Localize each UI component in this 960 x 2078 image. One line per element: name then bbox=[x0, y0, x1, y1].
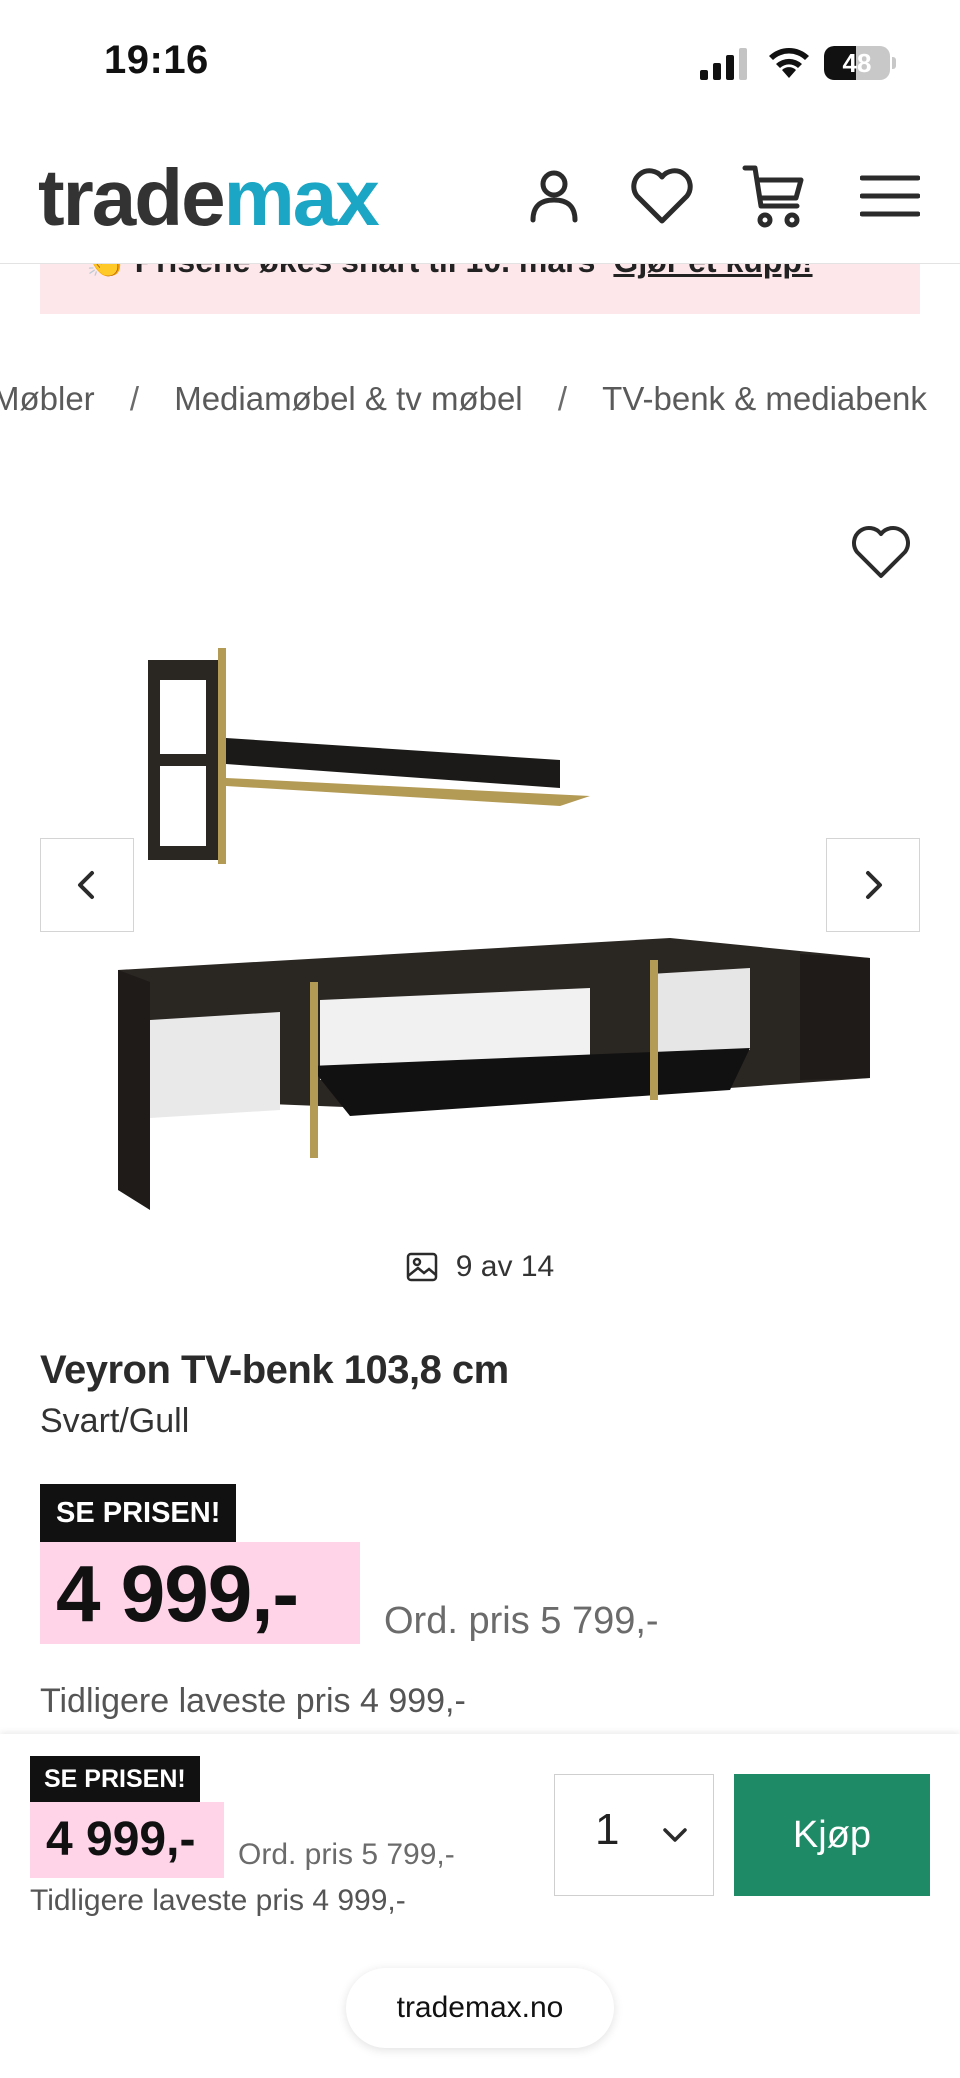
product-image bbox=[118, 648, 870, 1210]
image-icon bbox=[406, 1252, 438, 1282]
buy-bar-price-highlight: 4 999,- bbox=[30, 1802, 224, 1878]
price-highlight: 4 999,- bbox=[40, 1542, 360, 1644]
cart-icon[interactable] bbox=[734, 156, 814, 236]
breadcrumb-item[interactable]: Mediamøbel & tv møbel bbox=[174, 380, 522, 418]
product-title: Veyron TV-benk 103,8 cm bbox=[40, 1348, 509, 1392]
lowest-price: Tidligere laveste pris 4 999,- bbox=[40, 1682, 466, 1720]
browser-url-pill[interactable]: trademax.no bbox=[346, 1968, 614, 2048]
chevron-down-icon bbox=[663, 1828, 687, 1842]
buy-bar-ordinary-price: Ord. pris 5 799,- bbox=[238, 1838, 455, 1871]
signal-icon bbox=[700, 48, 747, 80]
status-bar: 19:16 48 bbox=[0, 0, 960, 130]
menu-icon[interactable] bbox=[850, 156, 930, 236]
trademax-logo[interactable]: trademax bbox=[38, 150, 380, 246]
promo-banner[interactable]: 👏 Prisene økes snart til 10. marsGjør et… bbox=[40, 264, 920, 314]
buy-bar-price: 4 999,- bbox=[46, 1813, 196, 1866]
favorite-button[interactable] bbox=[845, 520, 917, 584]
product-price: 4 999,- bbox=[56, 1549, 299, 1638]
wishlist-heart-icon[interactable] bbox=[622, 156, 702, 236]
product-variant: Svart/Gull bbox=[40, 1402, 190, 1440]
battery-level: 48 bbox=[842, 48, 872, 78]
sticky-buy-bar: SE PRISEN! 4 999,- Ord. pris 5 799,- Tid… bbox=[0, 1734, 960, 2078]
buy-bar-badge: SE PRISEN! bbox=[30, 1756, 200, 1802]
status-time: 19:16 bbox=[104, 38, 209, 82]
breadcrumb: Møbler / Mediamøbel & tv møbel / TV-benk… bbox=[0, 380, 960, 430]
breadcrumb-separator: / bbox=[129, 380, 140, 417]
chevron-right-icon bbox=[866, 871, 882, 899]
buy-bar-lowest-price: Tidligere laveste pris 4 999,- bbox=[30, 1884, 406, 1917]
promo-text: 👏 Prisene økes snart til 10. marsGjør et… bbox=[86, 264, 813, 280]
quantity-value: 1 bbox=[595, 1805, 620, 1854]
previous-image-button[interactable] bbox=[40, 838, 134, 932]
image-counter: 9 av 14 bbox=[0, 1250, 960, 1284]
buy-button[interactable]: Kjøp bbox=[734, 1774, 930, 1896]
promo-link[interactable]: Gjør et kupp! bbox=[613, 264, 812, 279]
product-gallery[interactable]: 9 av 14 bbox=[0, 470, 960, 1283]
chevron-left-icon bbox=[78, 871, 94, 899]
site-header: trademax bbox=[0, 130, 960, 264]
next-image-button[interactable] bbox=[826, 838, 920, 932]
image-counter-text: 9 av 14 bbox=[455, 1250, 555, 1283]
wifi-icon bbox=[769, 48, 809, 78]
battery-icon: 48 bbox=[824, 46, 896, 80]
price-badge: SE PRISEN! bbox=[40, 1484, 237, 1542]
account-icon[interactable] bbox=[514, 156, 594, 236]
ordinary-price: Ord. pris 5 799,- bbox=[384, 1600, 659, 1642]
breadcrumb-item[interactable]: TV-benk & mediabenk bbox=[602, 380, 927, 418]
quantity-select[interactable]: 1 bbox=[554, 1774, 714, 1896]
breadcrumb-separator: / bbox=[557, 380, 567, 417]
breadcrumb-item[interactable]: Møbler bbox=[0, 380, 95, 418]
